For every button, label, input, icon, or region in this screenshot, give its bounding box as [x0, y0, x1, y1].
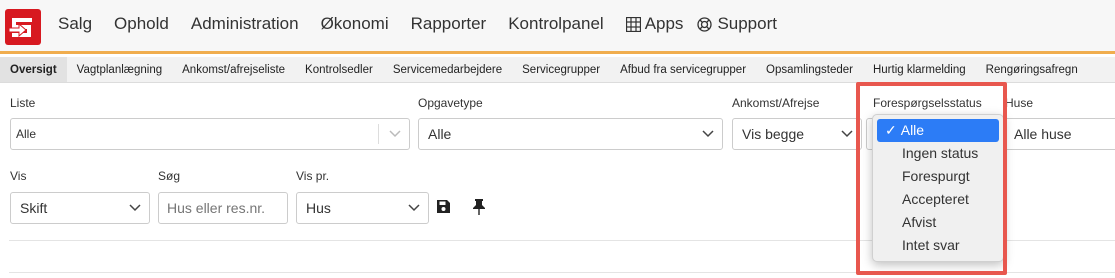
status-label: Forespørgselsstatus [873, 96, 982, 110]
chevron-down-icon [121, 201, 149, 215]
pin-icon[interactable] [472, 198, 486, 215]
top-navbar: Salg Ophold Administration Økonomi Rappo… [0, 0, 1115, 54]
status-option-accepteret[interactable]: Accepteret [877, 188, 999, 211]
status-option-afvist[interactable]: Afvist [877, 211, 999, 234]
vispr-value: Hus [306, 200, 331, 216]
status-option-intet-svar[interactable]: Intet svar [877, 234, 999, 257]
nav-kontrolpanel[interactable]: Kontrolpanel [508, 14, 603, 34]
tab-vagtplanlaegning[interactable]: Vagtplanlægning [67, 57, 172, 82]
vis-label: Vis [10, 169, 27, 183]
lifebuoy-icon [697, 16, 713, 32]
grid-icon [625, 16, 641, 32]
sog-label: Søg [158, 169, 181, 183]
divider [378, 124, 379, 144]
tab-afbud-fra-servicegrupper[interactable]: Afbud fra servicegrupper [610, 57, 756, 82]
tab-opsamlingsteder[interactable]: Opsamlingsteder [756, 57, 863, 82]
opgavetype-value: Alle [428, 126, 452, 142]
chevron-down-icon [381, 127, 409, 141]
status-option-label: Alle [900, 122, 925, 138]
ankomst-select[interactable]: Vis begge [732, 118, 862, 150]
nav-ophold[interactable]: Ophold [114, 14, 169, 34]
huse-value: Alle huse [1014, 126, 1072, 142]
ankomst-label: Ankomst/Afrejse [732, 96, 820, 110]
tab-kontrolsedler[interactable]: Kontrolsedler [295, 57, 383, 82]
nav-support[interactable]: Support [697, 14, 777, 34]
nav-apps-label: Apps [644, 14, 684, 33]
vispr-select[interactable]: Hus [296, 192, 429, 224]
vispr-label: Vis pr. [296, 169, 330, 183]
huse-label: Huse [1005, 96, 1034, 110]
liste-value: Alle [16, 127, 37, 141]
status-option-ingen-status[interactable]: Ingen status [877, 142, 999, 165]
tab-rengoringsafregning[interactable]: Rengøringsafregn [976, 57, 1088, 82]
huse-select[interactable]: Alle huse [1004, 118, 1115, 150]
status-option-selected[interactable]: ✓ Alle [877, 119, 999, 142]
opgavetype-label: Opgavetype [418, 96, 483, 110]
chevron-down-icon [694, 127, 722, 141]
divider [9, 272, 1115, 273]
logo[interactable] [5, 9, 41, 45]
nav-okonomi[interactable]: Økonomi [321, 14, 389, 34]
tab-oversigt[interactable]: Oversigt [0, 57, 67, 82]
checkmark-icon: ✓ [885, 122, 897, 138]
search-input[interactable] [158, 192, 288, 224]
chevron-down-icon [400, 201, 428, 215]
nav-apps[interactable]: Apps [625, 14, 684, 34]
main-nav: Salg Ophold Administration Økonomi Rappo… [58, 14, 799, 34]
liste-select[interactable]: Alle [10, 118, 410, 150]
tab-servicegrupper[interactable]: Servicegrupper [512, 57, 610, 82]
liste-label: Liste [10, 96, 36, 110]
vis-select[interactable]: Skift [10, 192, 150, 224]
nav-salg[interactable]: Salg [58, 14, 92, 34]
tab-ankomst-afrejseliste[interactable]: Ankomst/afrejseliste [172, 57, 295, 82]
save-icon[interactable] [436, 199, 451, 214]
tab-servicemedarbejdere[interactable]: Servicemedarbejdere [383, 57, 512, 82]
opgavetype-select[interactable]: Alle [418, 118, 723, 150]
nav-support-label: Support [717, 14, 777, 33]
status-option-forespurgt[interactable]: Forespurgt [877, 165, 999, 188]
vis-value: Skift [20, 200, 48, 216]
sub-nav: Oversigt Vagtplanlægning Ankomst/afrejse… [0, 57, 1115, 83]
nav-administration[interactable]: Administration [191, 14, 299, 34]
ankomst-value: Vis begge [742, 126, 805, 142]
tab-hurtig-klarmelding[interactable]: Hurtig klarmelding [863, 57, 976, 82]
chevron-down-icon [833, 127, 861, 141]
status-dropdown: ✓ Alle Ingen status Forespurgt Accepteret… [872, 114, 1004, 262]
nav-rapporter[interactable]: Rapporter [411, 14, 487, 34]
